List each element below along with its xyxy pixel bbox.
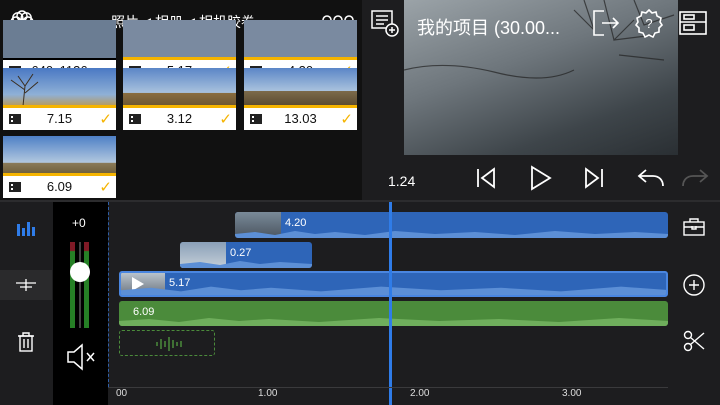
toolbox-icon[interactable] bbox=[683, 218, 705, 236]
video-icon bbox=[249, 112, 263, 126]
preview-panel: 我的项目 (30.00... ? 1.24 bbox=[362, 0, 720, 200]
media-tile[interactable]: 7.15 ✓ bbox=[3, 68, 116, 130]
media-duration: 13.03 bbox=[284, 111, 317, 126]
clip-duration: 4.20 bbox=[285, 217, 307, 229]
ruler-tick-label: 00 bbox=[116, 388, 128, 399]
right-toolbar bbox=[668, 202, 720, 405]
timeline-start-marker bbox=[108, 202, 110, 387]
ruler-tick-label: 3.00 bbox=[562, 388, 582, 399]
checkmark-icon: ✓ bbox=[99, 179, 112, 196]
ruler-line bbox=[108, 387, 668, 388]
timecode: 1.24 bbox=[388, 173, 416, 189]
media-tile[interactable]: 6.09 ✓ bbox=[3, 136, 116, 198]
mute-icon[interactable] bbox=[65, 342, 97, 372]
export-icon[interactable] bbox=[590, 8, 620, 38]
clip-duration: 5.17 bbox=[169, 277, 191, 289]
waveform-icon bbox=[154, 336, 184, 352]
left-toolbar bbox=[0, 202, 52, 405]
project-title[interactable]: 我的项目 (30.00... bbox=[417, 14, 560, 40]
add-audio-slot[interactable] bbox=[119, 330, 215, 356]
ruler-tick-label: 1.00 bbox=[258, 388, 278, 399]
timeline[interactable]: 4.20 0.27 5.17 6.09 00 1.00 2.00 3.00 bbox=[108, 202, 668, 405]
skip-to-start-icon[interactable] bbox=[474, 166, 498, 190]
volume-slider-knob[interactable] bbox=[70, 262, 90, 282]
layout-icon[interactable] bbox=[678, 10, 708, 36]
app-window: 照片 ◀ 相册 ◀ 相机胶卷 640x1136 5.17✓ 4.20✓ bbox=[0, 0, 720, 405]
playhead[interactable] bbox=[389, 202, 392, 405]
media-duration: 7.15 bbox=[46, 111, 73, 126]
media-tile[interactable]: 13.03 ✓ bbox=[244, 68, 357, 130]
add-project-icon[interactable] bbox=[370, 8, 400, 38]
clip-duration: 0.27 bbox=[230, 247, 252, 259]
scissors-icon[interactable] bbox=[683, 330, 705, 352]
video-icon bbox=[8, 112, 22, 126]
media-duration: 3.12 bbox=[166, 111, 193, 126]
trash-icon[interactable] bbox=[17, 332, 35, 352]
undo-icon[interactable] bbox=[636, 166, 666, 190]
settings-help-icon[interactable]: ? bbox=[634, 8, 664, 38]
volume-slider-track[interactable] bbox=[79, 242, 81, 328]
volume-mixer: +0 bbox=[53, 202, 108, 405]
ruler-tick-label: 2.00 bbox=[410, 388, 430, 399]
video-icon bbox=[8, 180, 22, 194]
video-clip[interactable]: 0.27 bbox=[180, 242, 312, 268]
video-clip-selected[interactable]: 5.17 bbox=[119, 271, 668, 297]
split-track-icon[interactable] bbox=[14, 278, 38, 292]
level-meter-right bbox=[84, 242, 89, 328]
skip-to-end-icon[interactable] bbox=[582, 166, 606, 190]
media-tile[interactable]: 3.12 ✓ bbox=[123, 68, 236, 130]
media-duration: 6.09 bbox=[46, 179, 73, 194]
redo-icon[interactable] bbox=[680, 166, 710, 190]
audio-levels-icon[interactable] bbox=[16, 218, 36, 236]
video-clip[interactable]: 4.20 bbox=[235, 212, 668, 238]
checkmark-icon: ✓ bbox=[340, 111, 353, 128]
svg-text:?: ? bbox=[645, 16, 652, 31]
checkmark-icon: ✓ bbox=[219, 111, 232, 128]
clip-duration: 6.09 bbox=[133, 306, 155, 318]
play-button-icon[interactable] bbox=[528, 165, 552, 191]
video-icon bbox=[128, 112, 142, 126]
add-icon[interactable] bbox=[683, 274, 705, 296]
level-meter-left bbox=[70, 242, 75, 328]
checkmark-icon: ✓ bbox=[99, 111, 112, 128]
media-browser: 照片 ◀ 相册 ◀ 相机胶卷 640x1136 5.17✓ 4.20✓ bbox=[0, 0, 362, 200]
volume-level-label: +0 bbox=[72, 216, 86, 230]
audio-clip[interactable]: 6.09 bbox=[119, 301, 668, 326]
